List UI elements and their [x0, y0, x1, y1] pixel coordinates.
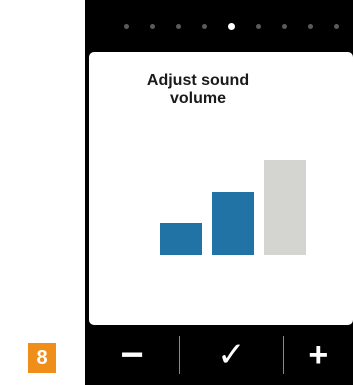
increase-volume-button[interactable]: + — [284, 325, 353, 385]
volume-bar-1 — [160, 223, 202, 255]
confirm-button[interactable]: ✓ — [180, 325, 282, 385]
page-dot — [202, 23, 207, 29]
volume-level-indicator — [89, 52, 353, 325]
page-dot — [334, 23, 339, 29]
page-dot — [176, 23, 181, 29]
hearing-aid-display: Adjust sound volume − ✓ + — [85, 0, 353, 385]
page-dot — [282, 23, 287, 29]
page-dot — [308, 23, 313, 29]
volume-bar-2 — [212, 192, 254, 255]
page-dot-active — [228, 22, 235, 30]
control-bar: − ✓ + — [85, 325, 353, 385]
page-indicator — [85, 0, 353, 52]
minus-icon: − — [120, 332, 144, 377]
page-dot — [256, 23, 261, 29]
plus-icon: + — [308, 335, 329, 374]
decrease-volume-button[interactable]: − — [85, 325, 179, 385]
step-number-badge: 8 — [28, 343, 56, 373]
page-dot — [150, 23, 155, 29]
checkmark-icon: ✓ — [217, 336, 246, 374]
volume-bar-3 — [264, 160, 306, 255]
content-screen: Adjust sound volume — [89, 52, 353, 325]
page-dot — [124, 23, 129, 29]
